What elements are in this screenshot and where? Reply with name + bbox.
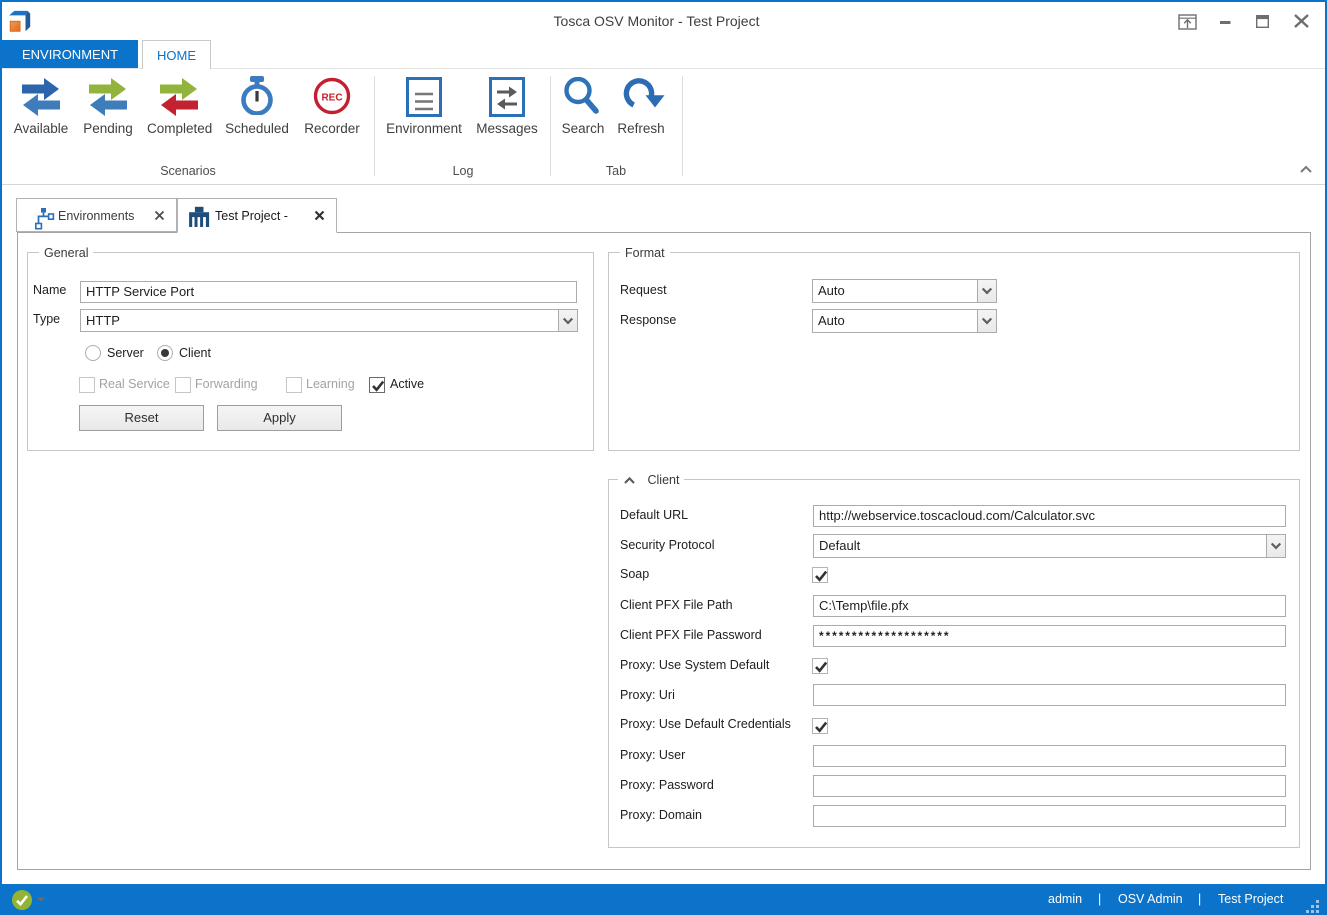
svg-text:REC: REC <box>321 93 342 104</box>
